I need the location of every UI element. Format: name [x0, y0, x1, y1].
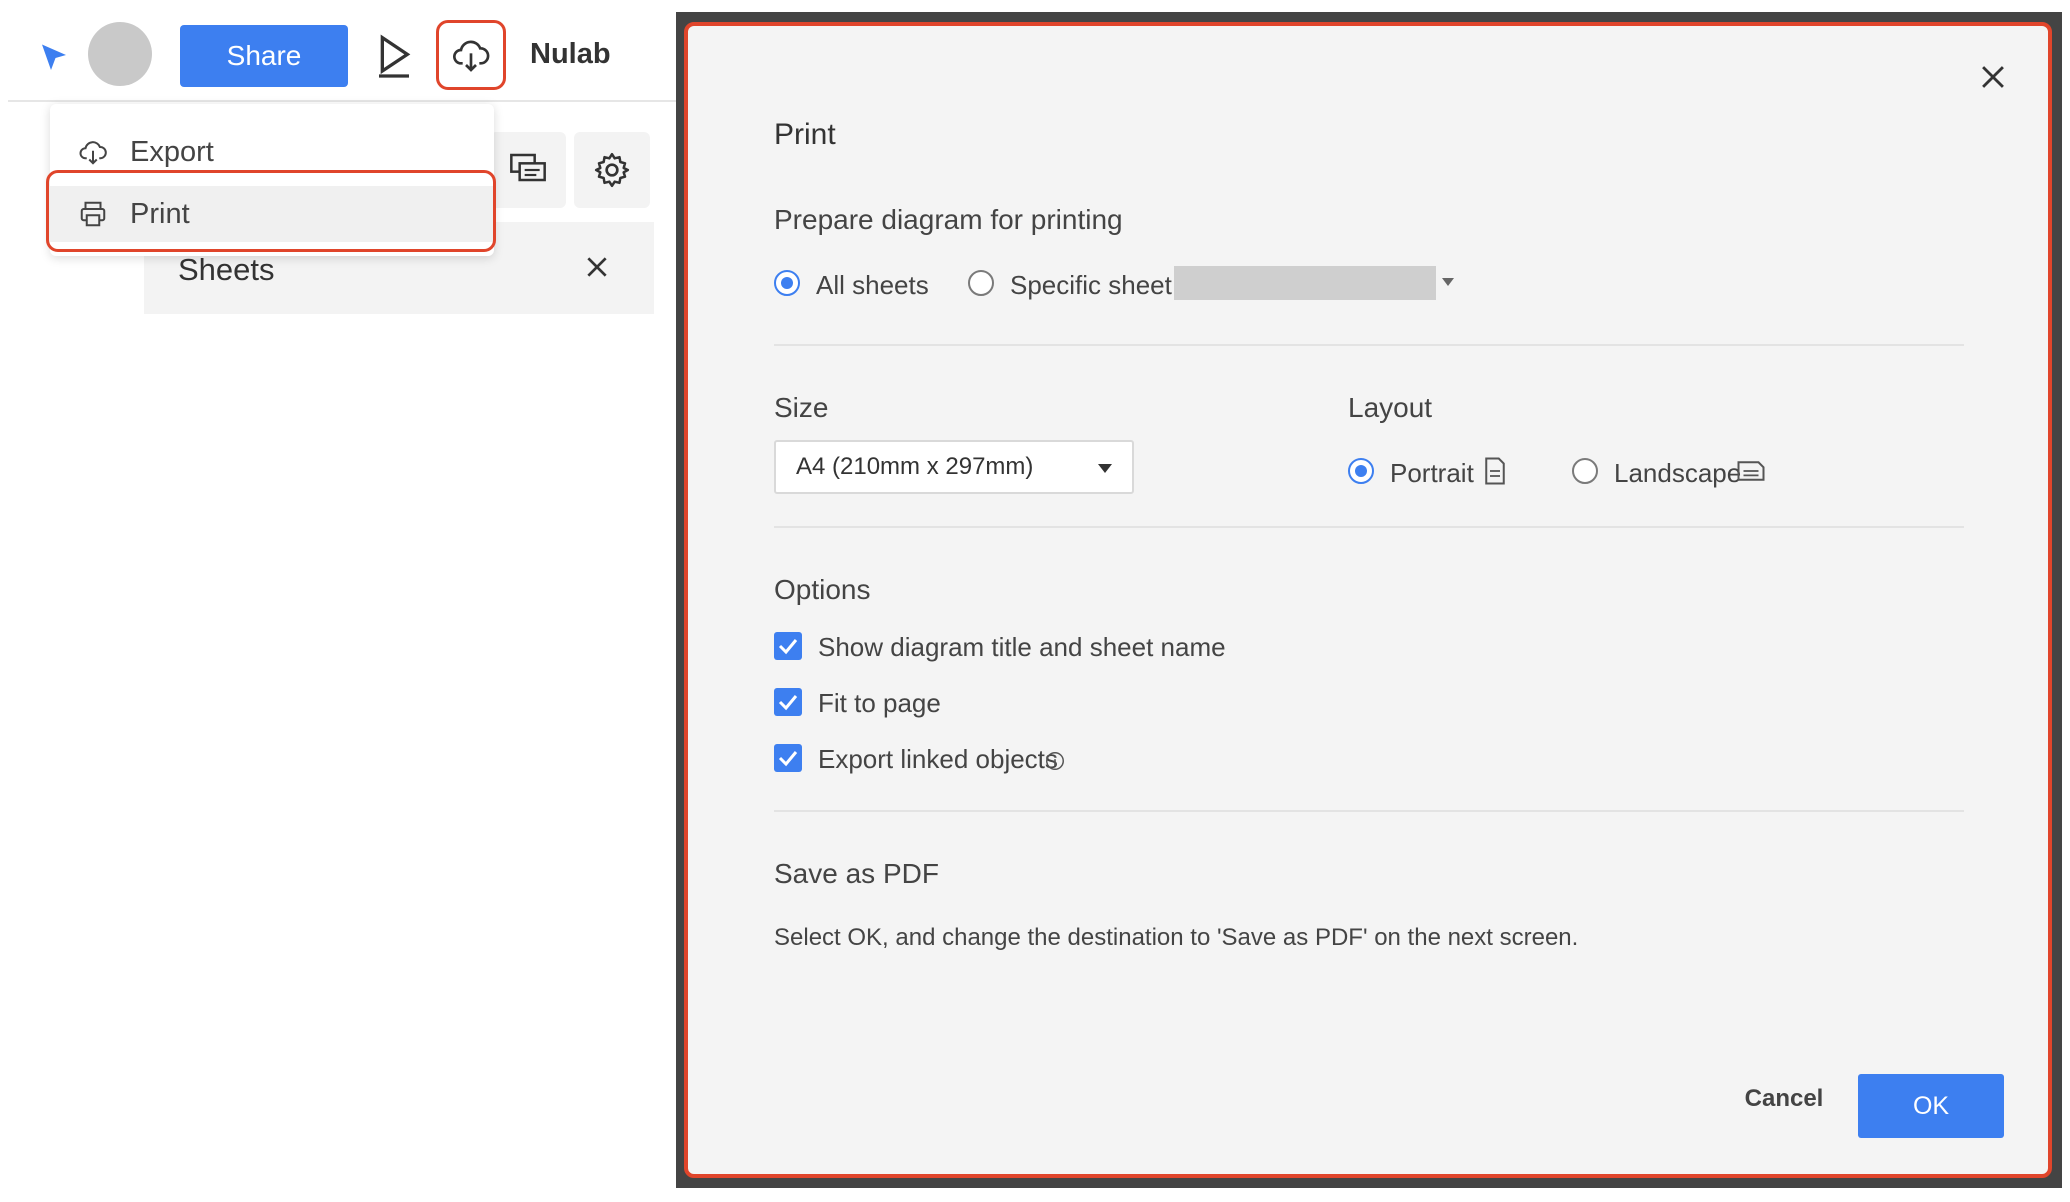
layout-label: Layout [1348, 392, 1433, 423]
check-icon [778, 639, 798, 655]
divider [774, 810, 1964, 812]
brand-name: Nulab [530, 38, 611, 70]
landscape-page-icon [1737, 461, 1765, 481]
avatar[interactable] [88, 22, 152, 86]
cloud-download-icon [453, 40, 490, 72]
size-select[interactable]: A4 (210mm x 297mm) [774, 440, 1134, 494]
options-label: Options [774, 574, 871, 605]
top-toolbar: Share Nulab [8, 0, 678, 102]
show-title-checkbox[interactable] [774, 632, 802, 660]
prepare-label: Prepare diagram for printing [774, 204, 1123, 235]
comments-icon [510, 153, 546, 182]
size-value: A4 (210mm x 297mm) [796, 453, 1034, 480]
print-highlight [46, 170, 496, 252]
landscape-label: Landscape [1614, 458, 1742, 488]
landscape-radio[interactable] [1572, 458, 1598, 484]
check-icon [778, 695, 798, 711]
cloud-upload-icon [79, 141, 107, 165]
download-button[interactable] [436, 20, 506, 90]
fit-to-page-label: Fit to page [818, 688, 941, 718]
divider [774, 344, 1964, 346]
cancel-button[interactable]: Cancel [1724, 1074, 1844, 1124]
portrait-radio[interactable] [1348, 458, 1374, 484]
dialog-title: Print [774, 118, 836, 151]
fit-to-page-checkbox[interactable] [774, 688, 802, 716]
show-title-label: Show diagram title and sheet name [818, 632, 1226, 662]
check-icon [778, 751, 798, 767]
play-icon[interactable] [374, 34, 414, 78]
all-sheets-radio[interactable] [774, 270, 800, 296]
sheet-select[interactable] [1174, 266, 1436, 300]
editor-panel: Share Nulab Sheets Export Print [0, 0, 680, 1202]
portrait-label: Portrait [1390, 458, 1474, 488]
export-linked-checkbox[interactable] [774, 744, 802, 772]
close-icon[interactable] [584, 254, 610, 280]
comments-button[interactable] [490, 132, 566, 208]
gear-icon [594, 152, 630, 188]
all-sheets-label: All sheets [816, 270, 929, 300]
settings-button[interactable] [574, 132, 650, 208]
chevron-down-icon [1098, 464, 1112, 473]
save-pdf-instructions: Select OK, and change the destination to… [774, 924, 1579, 951]
specific-sheet-label: Specific sheet [1010, 270, 1172, 300]
cursor-icon[interactable] [36, 40, 72, 76]
sheets-title: Sheets [178, 252, 275, 287]
portrait-page-icon [1485, 457, 1505, 485]
close-icon[interactable] [1976, 60, 2010, 94]
size-label: Size [774, 392, 829, 423]
share-button[interactable]: Share [180, 25, 348, 87]
menu-item-label: Export [130, 135, 214, 168]
chevron-down-icon [1442, 278, 1454, 286]
save-pdf-label: Save as PDF [774, 858, 939, 889]
divider [774, 526, 1964, 528]
specific-sheet-radio[interactable] [968, 270, 994, 296]
info-icon[interactable] [1044, 750, 1066, 772]
export-linked-label: Export linked objects [818, 744, 1058, 774]
ok-button[interactable]: OK [1858, 1074, 2004, 1138]
print-dialog: Print Prepare diagram for printing All s… [684, 22, 2052, 1178]
